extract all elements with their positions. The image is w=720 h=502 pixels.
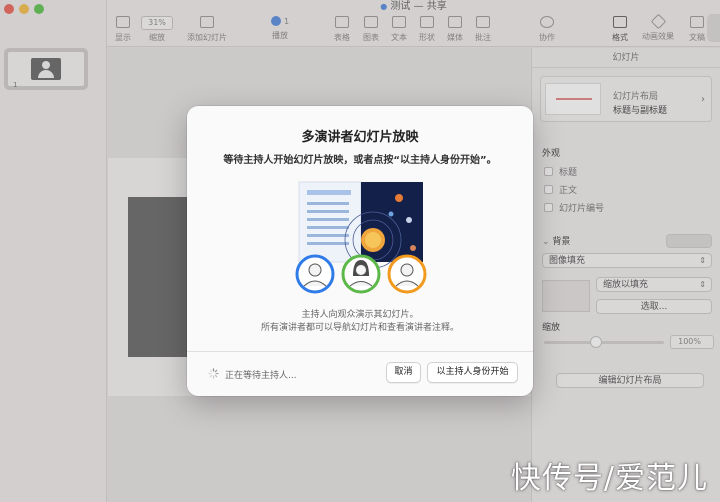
multi-presenter-illustration bbox=[295, 181, 427, 294]
dialog-title: 多演讲者幻灯片放映 bbox=[301, 130, 419, 145]
loading-spinner-icon bbox=[208, 368, 219, 379]
watermark: 快传号/爱范儿 bbox=[510, 461, 708, 496]
multi-presenter-dialog: 多演讲者幻灯片放映 等待主持人开始幻灯片放映，或者点按“以主持人身份开始”。 主… bbox=[187, 106, 533, 396]
presenter-avatar-1-icon bbox=[295, 254, 335, 294]
dialog-description: 主持人向观众演示其幻灯片。 所有演讲者都可以导航幻灯片和查看演讲者注释。 bbox=[260, 310, 459, 333]
presenter-avatar-3-icon bbox=[387, 254, 427, 294]
dialog-subtitle: 等待主持人开始幻灯片放映，或者点按“以主持人身份开始”。 bbox=[223, 155, 497, 166]
dialog-divider bbox=[187, 351, 533, 352]
waiting-status: 正在等待主持人... bbox=[225, 371, 297, 381]
start-as-host-button[interactable]: 以主持人身份开始 bbox=[427, 362, 518, 383]
cancel-button[interactable]: 取消 bbox=[386, 362, 421, 383]
presenter-avatar-2-icon bbox=[341, 254, 381, 294]
